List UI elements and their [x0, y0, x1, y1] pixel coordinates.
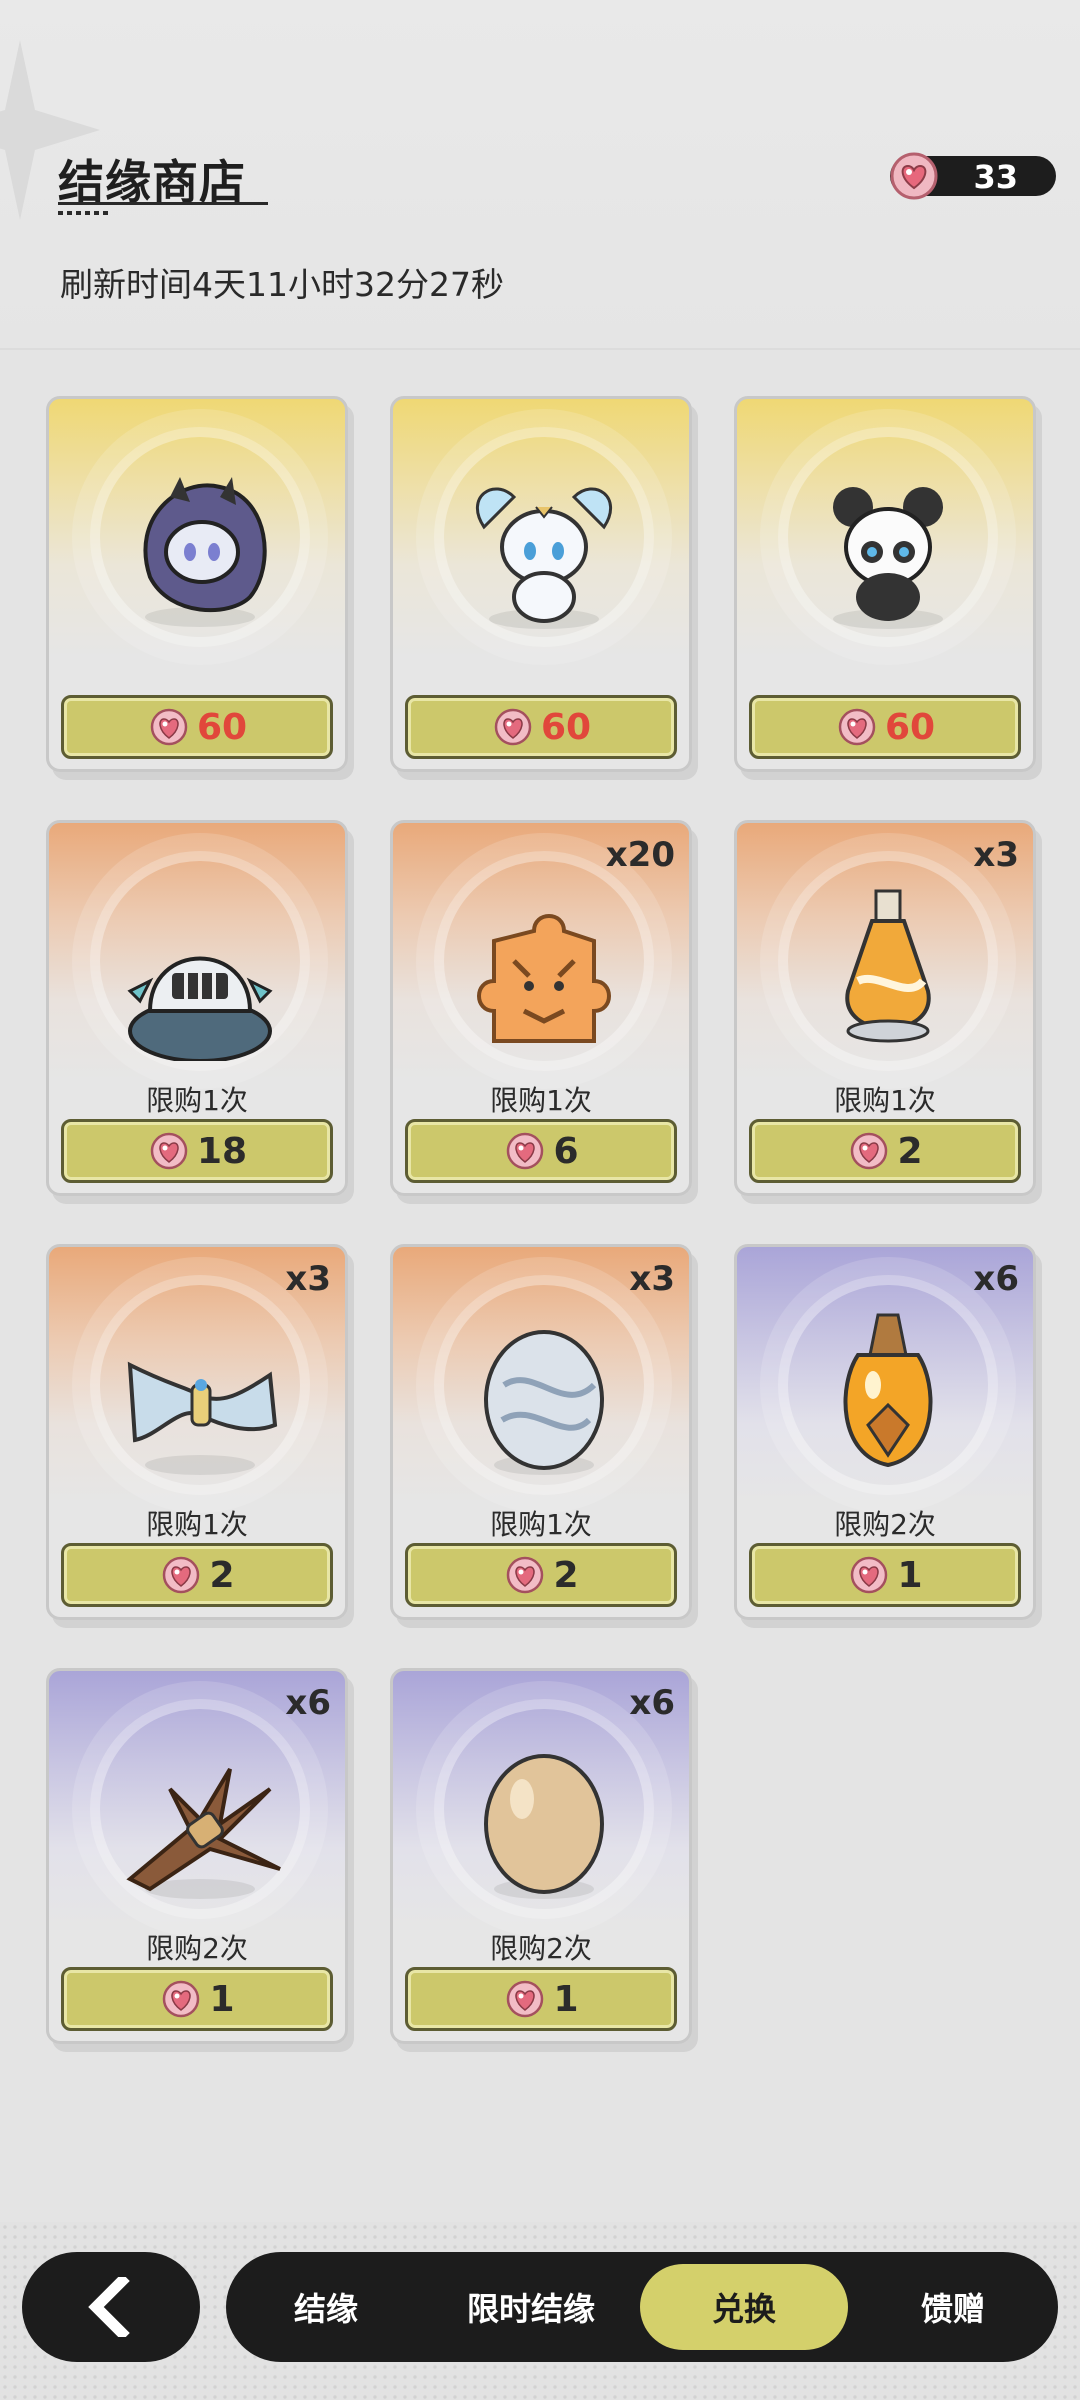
item-quantity: x3 — [629, 1259, 675, 1299]
price-value: 60 — [196, 706, 248, 748]
silk-bundle-icon — [127, 1361, 278, 1475]
shop-item-card[interactable]: x6 限购2次 1 — [46, 1668, 348, 2044]
purchase-limit: 限购1次 — [146, 1508, 248, 1541]
pink-gem-heart-icon — [147, 705, 191, 749]
shop-item-card[interactable]: x3 限购1次 2 — [734, 820, 1036, 1196]
price-value: 18 — [196, 1130, 248, 1172]
shop-item-card[interactable]: 限购1次 18 — [46, 820, 348, 1196]
purchase-limit: 限购1次 — [490, 1508, 592, 1541]
shop-item-card[interactable]: 60 — [734, 396, 1036, 772]
currency-balance: 33 — [890, 152, 1056, 200]
orange-potion-bottle-icon — [845, 889, 931, 1043]
price-value: 2 — [209, 1554, 235, 1596]
tab-jieyuan[interactable]: 结缘 — [236, 2264, 416, 2350]
pink-gem-heart-icon — [503, 1977, 547, 2021]
price-value: 1 — [897, 1554, 923, 1596]
ice-winged-fox-pet-icon — [476, 487, 612, 629]
purchase-limit: 限购2次 — [834, 1508, 936, 1541]
item-quantity: x6 — [629, 1683, 675, 1723]
price-value: 1 — [209, 1978, 235, 2020]
price-value: 6 — [553, 1130, 579, 1172]
purchase-limit: 限购1次 — [146, 1084, 248, 1117]
price-button[interactable]: 2 — [405, 1543, 677, 1607]
back-button[interactable] — [22, 2252, 200, 2362]
pink-gem-heart-icon — [159, 1553, 203, 1597]
tiger-puzzle-piece-icon — [477, 914, 611, 1043]
knight-helmet-slime-icon — [127, 956, 273, 1061]
amber-vial-icon — [843, 1313, 933, 1468]
price-button[interactable]: 60 — [749, 695, 1021, 759]
panda-ram-pet-icon — [833, 487, 943, 629]
price-button[interactable]: 1 — [405, 1967, 677, 2031]
tab-limited-jieyuan[interactable]: 限时结缘 — [426, 2264, 636, 2350]
price-button[interactable]: 1 — [61, 1967, 333, 2031]
straw-bundle-icon — [126, 1767, 281, 1899]
currency-amount: 33 — [973, 158, 1018, 196]
price-value: 2 — [553, 1554, 579, 1596]
price-button[interactable]: 1 — [749, 1543, 1021, 1607]
pink-gem-heart-icon — [503, 1553, 547, 1597]
pink-gem-heart-icon — [835, 705, 879, 749]
shop-item-card[interactable]: 60 — [390, 396, 692, 772]
refresh-timer: 刷新时间4天11小时32分27秒 — [60, 265, 504, 304]
purple-cloaked-pet-icon — [143, 477, 267, 627]
purchase-limit: 限购2次 — [146, 1932, 248, 1965]
item-quantity: x6 — [973, 1259, 1019, 1299]
pink-gem-heart-icon — [491, 705, 535, 749]
price-button[interactable]: 2 — [749, 1119, 1021, 1183]
purchase-limit: 限购2次 — [490, 1932, 592, 1965]
tab-bar: 结缘 限时结缘 兑换 馈赠 — [226, 2252, 1058, 2362]
item-quantity: x20 — [605, 835, 675, 875]
item-quantity: x3 — [285, 1259, 331, 1299]
shop-item-card[interactable]: x3 限购1次 2 — [46, 1244, 348, 1620]
shop-item-card[interactable]: x6 限购2次 1 — [390, 1668, 692, 2044]
pink-gem-heart-icon — [847, 1129, 891, 1173]
shop-item-card[interactable]: x20 限购1次 6 — [390, 820, 692, 1196]
brown-egg-icon — [484, 1754, 604, 1899]
tab-gift[interactable]: 馈赠 — [858, 2264, 1048, 2350]
pink-gem-heart-icon — [147, 1129, 191, 1173]
pink-gem-heart-icon — [847, 1553, 891, 1597]
price-value: 1 — [553, 1978, 579, 2020]
item-quantity: x3 — [973, 835, 1019, 875]
price-value: 60 — [884, 706, 936, 748]
item-quantity: x6 — [285, 1683, 331, 1723]
shop-item-card[interactable]: x3 限购1次 2 — [390, 1244, 692, 1620]
shop-item-card[interactable]: x6 限购2次 1 — [734, 1244, 1036, 1620]
price-value: 2 — [897, 1130, 923, 1172]
price-button[interactable]: 60 — [61, 695, 333, 759]
price-button[interactable]: 60 — [405, 695, 677, 759]
purchase-limit: 限购1次 — [834, 1084, 936, 1117]
title-dots — [58, 211, 108, 215]
pink-gem-heart-icon — [890, 152, 938, 200]
price-button[interactable]: 2 — [61, 1543, 333, 1607]
purchase-limit: 限购1次 — [490, 1084, 592, 1117]
pink-gem-heart-icon — [503, 1129, 547, 1173]
price-button[interactable]: 6 — [405, 1119, 677, 1183]
pink-gem-heart-icon — [159, 1977, 203, 2021]
title-underline — [58, 202, 268, 205]
header: 结缘商店 33 刷新时间4天11小时32分27秒 — [0, 0, 1080, 350]
price-button[interactable]: 18 — [61, 1119, 333, 1183]
price-value: 60 — [540, 706, 592, 748]
silver-egg-icon — [484, 1330, 604, 1475]
shop-item-card[interactable]: 60 — [46, 396, 348, 772]
tab-exchange[interactable]: 兑换 — [640, 2264, 848, 2350]
chevron-left-icon — [88, 2277, 130, 2337]
